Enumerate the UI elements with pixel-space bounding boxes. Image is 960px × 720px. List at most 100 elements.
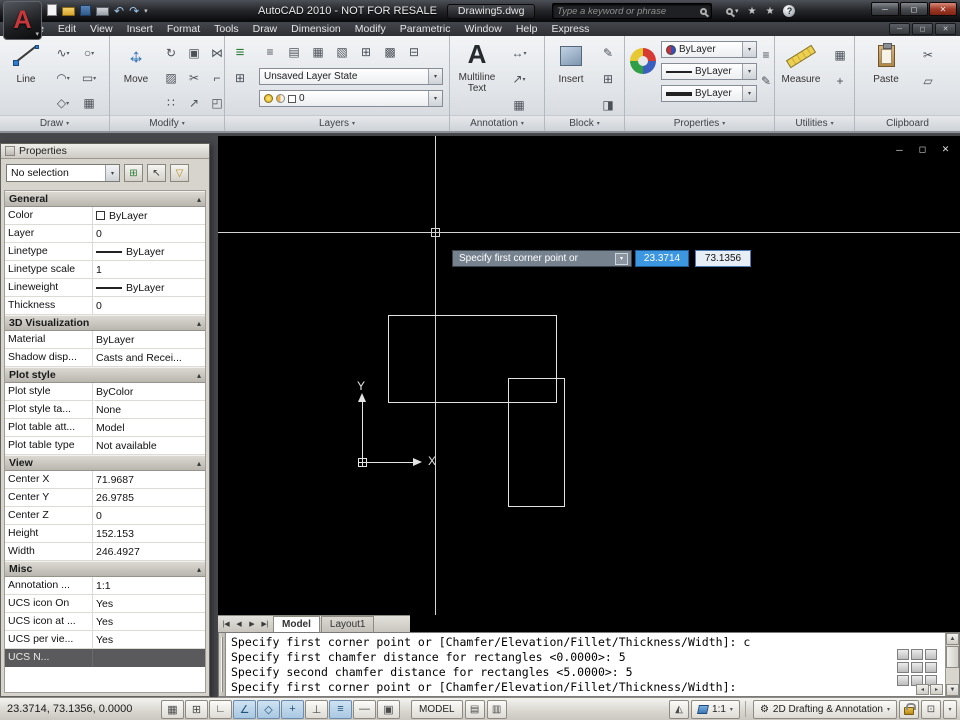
dynamic-input-x-field[interactable]: 23.3714 <box>635 250 689 267</box>
info-center-search[interactable] <box>552 3 712 19</box>
object-color-dropdown[interactable]: ByLayer ▾ <box>661 41 757 58</box>
paste-button[interactable]: Paste <box>863 40 909 85</box>
arc-button[interactable]: ◠ ▾ <box>52 67 74 89</box>
copy-button[interactable]: ▣ <box>183 42 205 64</box>
scroll-left-button[interactable]: ◂ <box>916 684 929 695</box>
model-space-button[interactable]: MODEL <box>411 699 463 719</box>
menu-parametric[interactable]: Parametric <box>393 22 458 36</box>
panel-label-modify[interactable]: Modify ▾ <box>110 115 224 131</box>
viewport-restore-button[interactable]: ◻ <box>916 144 929 155</box>
annotation-scale-button[interactable]: 1:1 ▾ <box>691 699 740 719</box>
layer-tool-4[interactable]: ▧ <box>331 41 353 63</box>
lineweight-dropdown[interactable]: ByLayer ▾ <box>661 85 757 102</box>
redo-button[interactable]: ↷ <box>129 5 139 17</box>
scroll-right-button[interactable]: ▸ <box>930 684 943 695</box>
layer-state-dropdown[interactable]: Unsaved Layer State ▾ <box>259 68 443 85</box>
panel-label-annotation[interactable]: Annotation ▾ <box>450 115 544 131</box>
palette-title-bar[interactable]: Properties <box>1 144 209 159</box>
doc-close-button[interactable]: ✕ <box>935 23 956 35</box>
tab-model[interactable]: Model <box>273 616 320 632</box>
stretch-button[interactable]: ↗ <box>183 92 205 114</box>
toggle-pickadd-button[interactable]: ⊞ <box>124 164 143 182</box>
quick-view-drawings-button[interactable]: ▥ <box>486 699 507 719</box>
toolbar-lock-button[interactable] <box>899 699 919 719</box>
undo-button[interactable]: ↶ <box>114 5 124 17</box>
select-objects-button[interactable]: ↖ <box>147 164 166 182</box>
panel-label-properties[interactable]: Properties ▾ <box>625 115 774 131</box>
menu-help[interactable]: Help <box>509 22 545 36</box>
layer-tool-7[interactable]: ⊟ <box>403 41 425 63</box>
coordinate-display[interactable]: 23.3714, 73.1356, 0.0000 <box>3 703 161 715</box>
rotate-button[interactable]: ↻ <box>160 42 182 64</box>
linetype-dropdown[interactable]: ByLayer ▾ <box>661 63 757 80</box>
line-button[interactable]: Line <box>3 40 49 85</box>
scrollbar-thumb[interactable] <box>946 646 959 668</box>
ellipse-button[interactable]: ◇ ▾ <box>52 92 74 114</box>
prev-tab-button[interactable]: ◀ <box>233 618 245 631</box>
new-file-button[interactable] <box>47 3 57 19</box>
chevron-down-icon[interactable]: ▾ <box>428 69 442 84</box>
menu-edit[interactable]: Edit <box>51 22 83 36</box>
viewport-close-button[interactable]: ✕ <box>939 144 952 155</box>
dynamic-ucs-toggle[interactable]: ⊥ <box>305 699 328 719</box>
chevron-down-icon[interactable]: ▾ <box>742 42 756 57</box>
edit-block-button[interactable]: ✎ <box>597 42 619 64</box>
properties-list-button[interactable]: ≡ <box>759 44 773 66</box>
collapse-icon[interactable]: ▴ <box>197 565 201 574</box>
save-button[interactable] <box>80 4 91 19</box>
search-topics-button[interactable]: ▾ <box>726 7 739 15</box>
hatch-button[interactable]: ▦ <box>78 92 100 114</box>
application-menu-button[interactable]: A ▾ <box>3 1 42 40</box>
menu-express[interactable]: Express <box>544 22 596 36</box>
dynamic-input-options-icon[interactable]: ▾ <box>615 252 628 265</box>
collapse-icon[interactable]: ▴ <box>197 459 201 468</box>
communication-center-button[interactable]: ★ <box>748 6 757 17</box>
menu-dimension[interactable]: Dimension <box>284 22 348 36</box>
first-tab-button[interactable]: |◀ <box>220 618 232 631</box>
id-point-button[interactable]: + <box>829 70 851 92</box>
polar-tracking-toggle[interactable]: ∠ <box>233 699 256 719</box>
layer-tool-3[interactable]: ▦ <box>307 41 329 63</box>
command-scrollbar[interactable]: ▲ ▼ <box>945 633 959 696</box>
chevron-down-icon[interactable]: ▾ <box>742 64 756 79</box>
menu-tools[interactable]: Tools <box>207 22 246 36</box>
workspace-switcher[interactable]: ⚙ 2D Drafting & Annotation ▾ <box>752 699 897 719</box>
array-button[interactable]: ∷ <box>160 92 182 114</box>
collapse-icon[interactable]: ▴ <box>197 195 201 204</box>
search-input[interactable] <box>557 5 700 17</box>
help-button[interactable]: ? <box>783 5 796 17</box>
menu-view[interactable]: View <box>83 22 120 36</box>
attributes-button[interactable]: ◨ <box>597 94 619 116</box>
viewport-minimize-button[interactable]: ─ <box>893 144 906 155</box>
tab-layout1[interactable]: Layout1 <box>320 616 375 632</box>
panel-label-layers[interactable]: Layers ▾ <box>225 115 449 131</box>
qat-customize-button[interactable]: ▾ <box>144 7 148 15</box>
grid-display-toggle[interactable]: ⊞ <box>185 699 208 719</box>
quick-calc-button[interactable]: ▦ <box>829 44 851 66</box>
panel-label-clipboard[interactable]: Clipboard <box>855 115 960 131</box>
command-prompt[interactable]: Specify first corner point or [Chamfer/E… <box>231 680 943 695</box>
copy-clip-button[interactable]: ▱ <box>917 70 939 92</box>
maximize-button[interactable]: ◻ <box>900 2 928 16</box>
next-tab-button[interactable]: ▶ <box>246 618 258 631</box>
layer-match-button[interactable]: ⊞ <box>229 67 251 89</box>
last-tab-button[interactable]: ▶| <box>259 618 271 631</box>
lineweight-toggle[interactable]: ― <box>353 699 376 719</box>
open-file-button[interactable] <box>62 4 75 19</box>
command-resize-grip[interactable] <box>897 649 937 686</box>
layer-tool-5[interactable]: ⊞ <box>355 41 377 63</box>
section-view[interactable]: View ▴ <box>5 455 205 471</box>
polyline-button[interactable]: ∿ ▾ <box>52 42 74 64</box>
multiline-text-button[interactable]: A Multiline Text <box>454 38 500 94</box>
menu-window[interactable]: Window <box>457 22 508 36</box>
panel-label-block[interactable]: Block ▾ <box>545 115 624 131</box>
insert-button[interactable]: Insert <box>548 40 594 85</box>
command-window[interactable]: Specify first corner point or [Chamfer/E… <box>218 632 960 697</box>
section-3d-visualization[interactable]: 3D Visualization ▴ <box>5 315 205 331</box>
scroll-down-button[interactable]: ▼ <box>946 684 959 696</box>
leader-button[interactable]: ↗ ▾ <box>508 68 530 90</box>
chevron-down-icon[interactable]: ▾ <box>105 165 119 181</box>
dynamic-input-y-field[interactable]: 73.1356 <box>695 250 751 267</box>
rectangle-button[interactable]: ▭ ▾ <box>78 67 100 89</box>
move-button[interactable]: ↔ ↕ Move <box>113 40 159 86</box>
